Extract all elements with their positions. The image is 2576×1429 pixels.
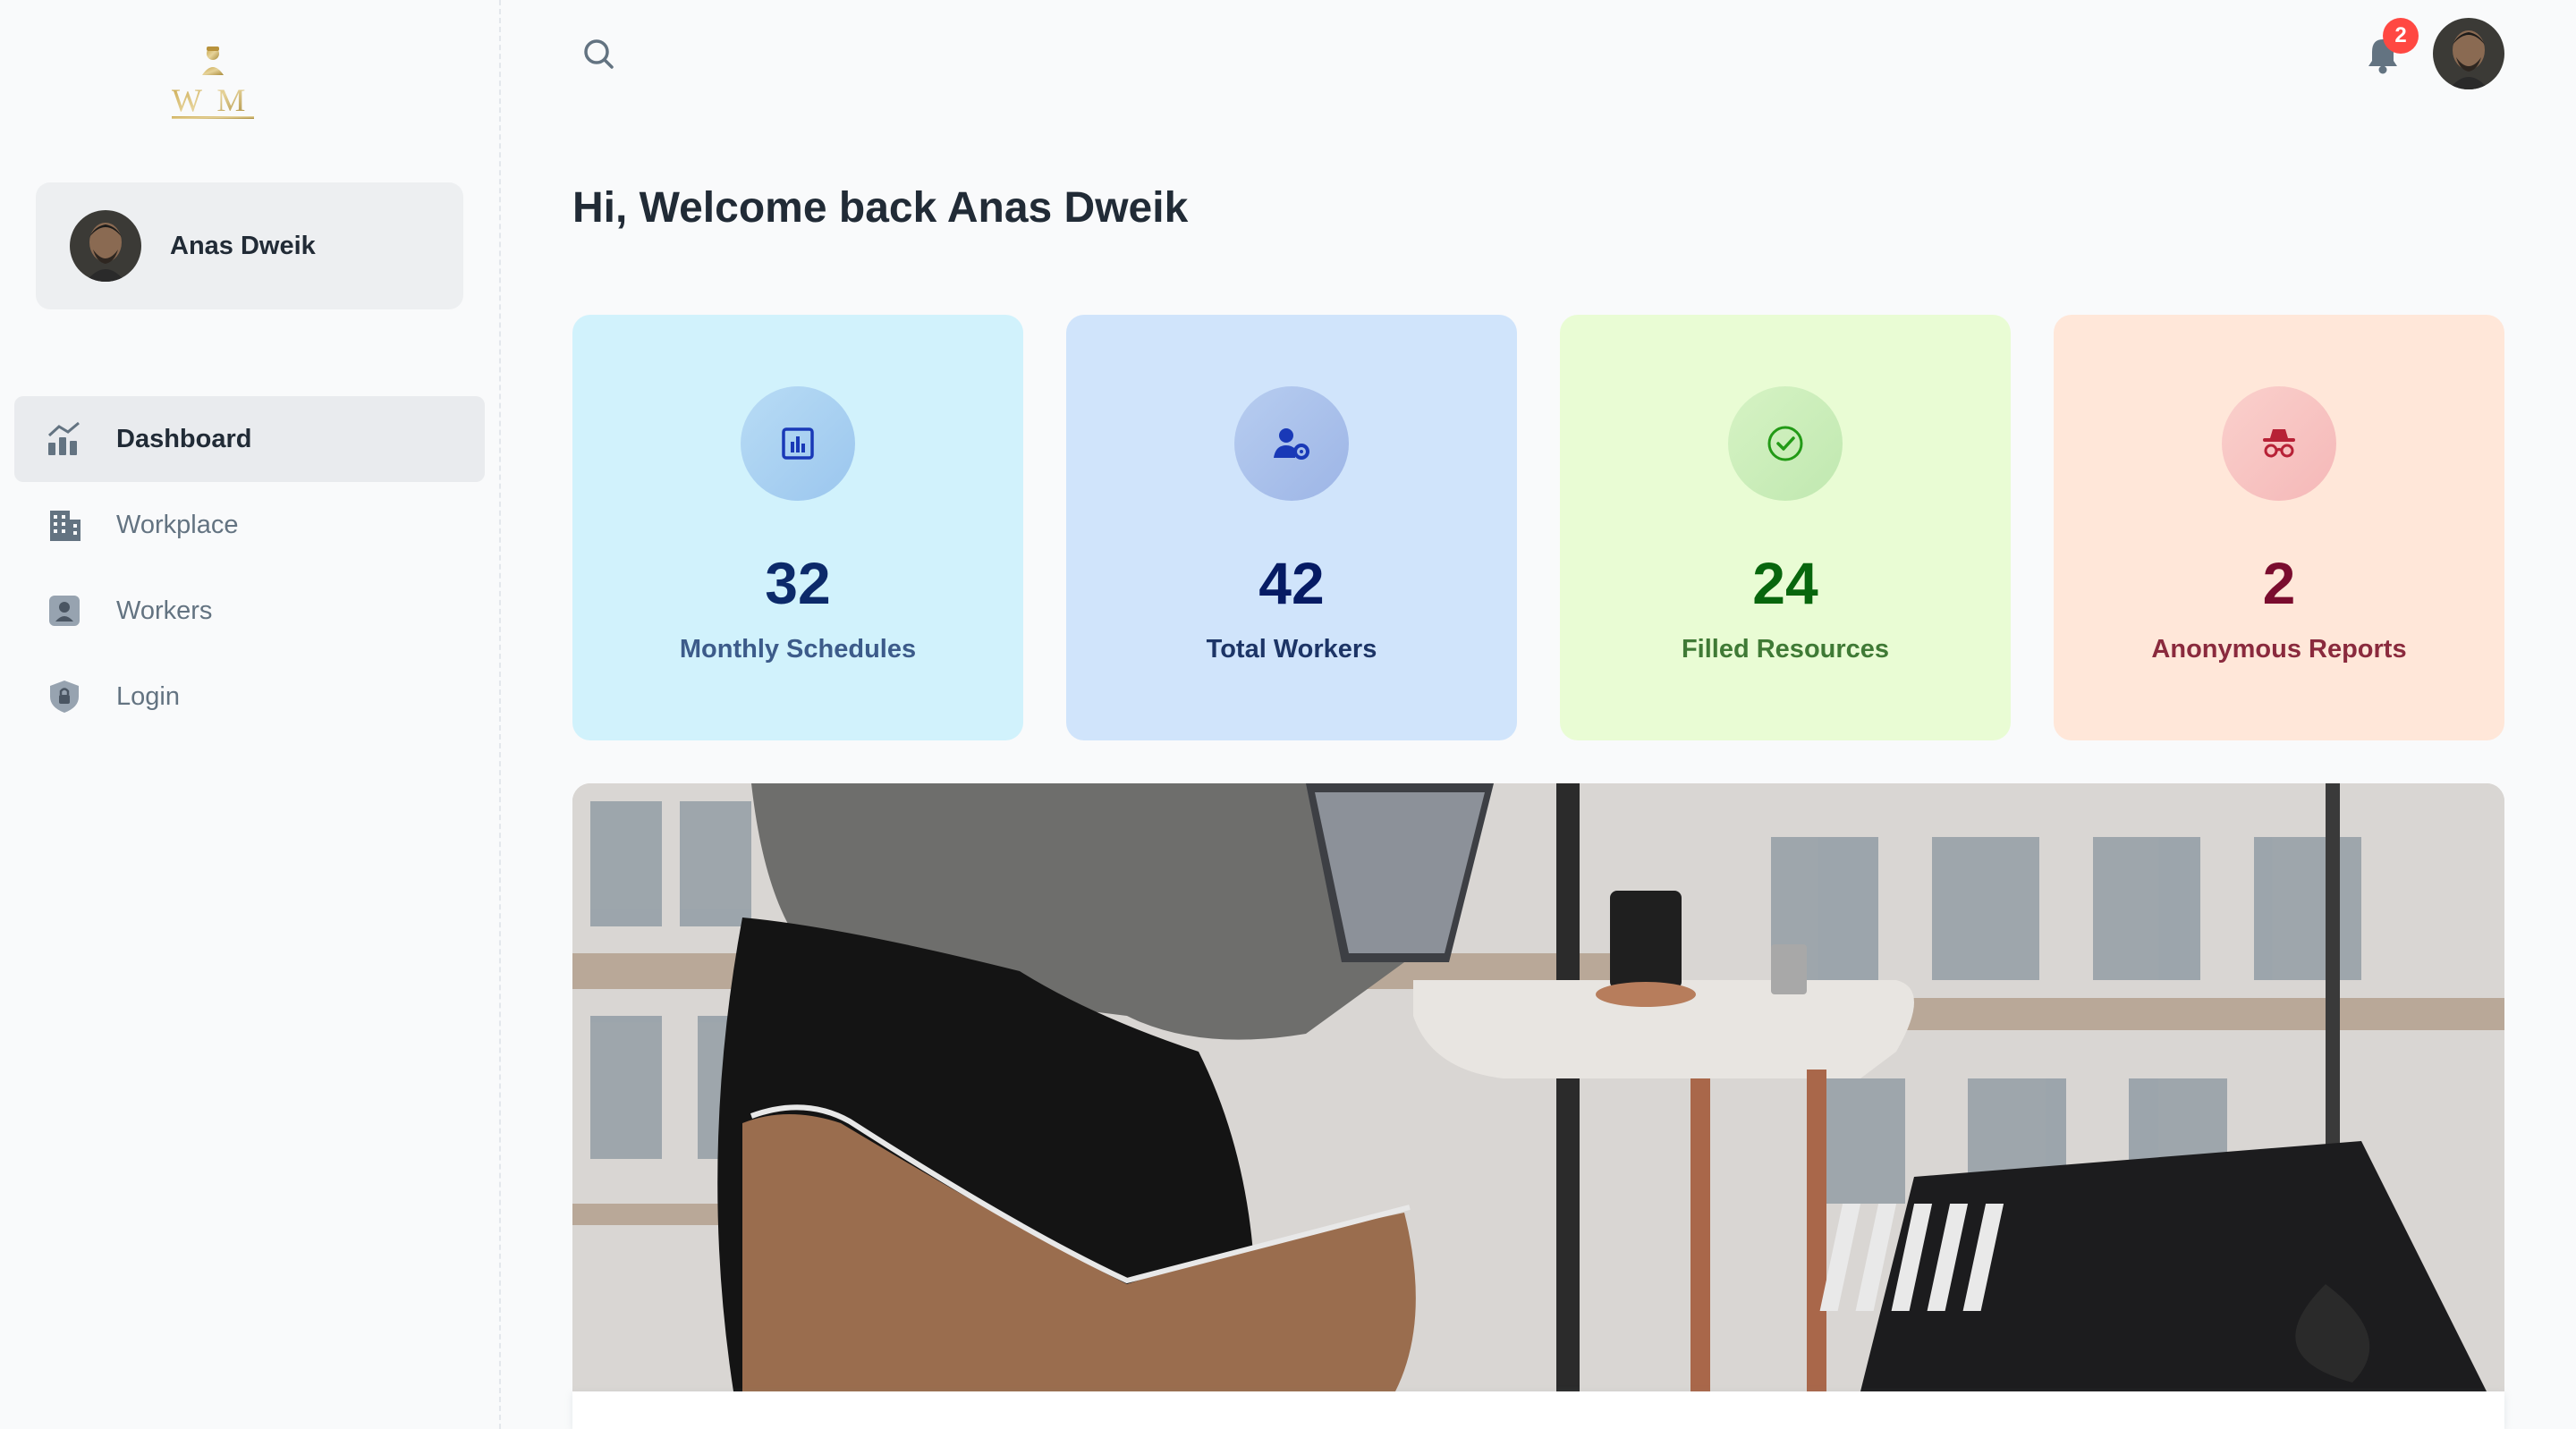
sidebar-item-dashboard[interactable]: Dashboard bbox=[14, 396, 485, 482]
incognito-icon bbox=[2222, 386, 2336, 501]
search-button[interactable] bbox=[581, 34, 617, 73]
stats-cards: 32 Monthly Schedules 42 Total Workers 24… bbox=[572, 315, 2504, 740]
sidebar: W M Anas Dweik Dashboard Workplace Worke… bbox=[0, 0, 501, 1429]
stat-value: 2 bbox=[2262, 550, 2296, 616]
stat-value: 42 bbox=[1258, 550, 1325, 616]
bar-chart-icon bbox=[741, 386, 855, 501]
sidebar-item-label: Workplace bbox=[116, 510, 239, 539]
svg-text:W M: W M bbox=[172, 82, 249, 118]
analytics-icon bbox=[47, 421, 82, 457]
stat-label: Monthly Schedules bbox=[679, 635, 917, 664]
building-icon bbox=[47, 507, 82, 543]
check-circle-icon bbox=[1728, 386, 1843, 501]
content-card bbox=[572, 1391, 2504, 1429]
wm-logo[interactable]: W M bbox=[170, 39, 259, 123]
stat-label: Total Workers bbox=[1206, 635, 1377, 664]
sidebar-item-workers[interactable]: Workers bbox=[14, 568, 485, 654]
sidebar-item-login[interactable]: Login bbox=[14, 654, 485, 740]
shield-lock-icon bbox=[47, 679, 82, 714]
hero-image bbox=[572, 783, 2504, 1391]
sidebar-item-label: Dashboard bbox=[116, 424, 252, 453]
person-badge-icon bbox=[47, 593, 82, 629]
user-gear-icon bbox=[1234, 386, 1349, 501]
account-card[interactable]: Anas Dweik bbox=[36, 182, 463, 309]
account-avatar-button[interactable] bbox=[2433, 18, 2504, 89]
stat-value: 32 bbox=[765, 550, 831, 616]
notification-badge: 2 bbox=[2383, 18, 2419, 54]
sidebar-item-label: Workers bbox=[116, 596, 213, 625]
stat-label: Filled Resources bbox=[1681, 635, 1890, 664]
account-name: Anas Dweik bbox=[170, 231, 316, 260]
sidebar-item-label: Login bbox=[116, 681, 180, 711]
sidebar-nav: Dashboard Workplace Workers Login bbox=[14, 396, 485, 740]
stat-card-anonymous-reports[interactable]: 2 Anonymous Reports bbox=[2054, 315, 2504, 740]
stat-value: 24 bbox=[1752, 550, 1818, 616]
stat-card-total-workers[interactable]: 42 Total Workers bbox=[1066, 315, 1517, 740]
stat-label: Anonymous Reports bbox=[2151, 635, 2407, 664]
stat-card-filled-resources[interactable]: 24 Filled Resources bbox=[1560, 315, 2011, 740]
page-title: Hi, Welcome back Anas Dweik bbox=[572, 184, 1189, 232]
user-avatar bbox=[70, 210, 141, 282]
sidebar-item-workplace[interactable]: Workplace bbox=[14, 482, 485, 568]
search-icon bbox=[584, 39, 614, 69]
stat-card-monthly-schedules[interactable]: 32 Monthly Schedules bbox=[572, 315, 1023, 740]
